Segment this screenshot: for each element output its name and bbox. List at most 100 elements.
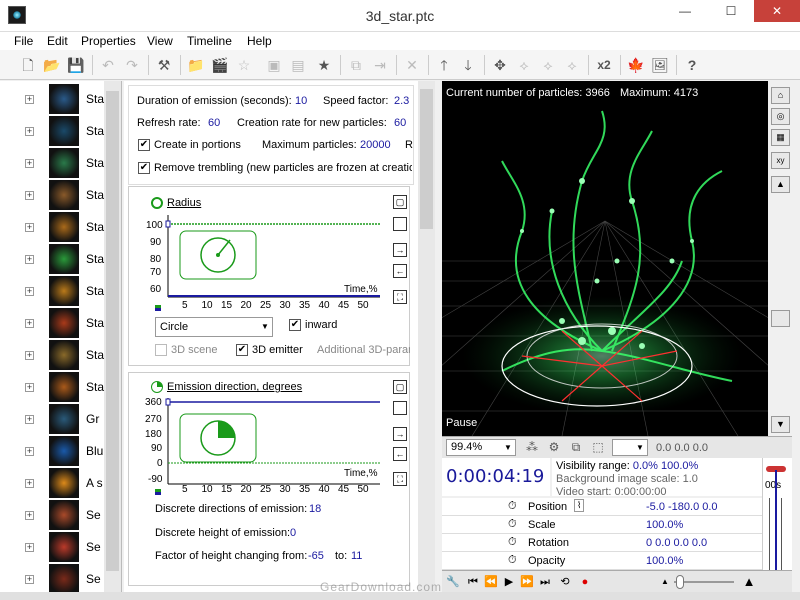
3d-scene-checkbox[interactable]: [155, 344, 167, 356]
double-icon[interactable]: x2: [594, 55, 614, 75]
property-value[interactable]: -5.0 -180.0 0.0: [646, 501, 718, 513]
move-down-icon[interactable]: 🡓: [458, 55, 478, 75]
tree-item[interactable]: + Blu: [0, 435, 104, 467]
maximize-button[interactable]: ☐: [708, 0, 754, 22]
refresh-value[interactable]: 60: [208, 117, 220, 129]
tree-item[interactable]: + Sta: [0, 147, 104, 179]
scroll-thumb-icon[interactable]: [771, 310, 790, 327]
tree-item[interactable]: + Sta: [0, 211, 104, 243]
tree-item[interactable]: + Gr: [0, 403, 104, 435]
tree-item[interactable]: + Se: [0, 499, 104, 531]
duration-value[interactable]: 10: [295, 95, 307, 107]
record-icon[interactable]: ●: [578, 574, 592, 590]
delete-icon[interactable]: ✕: [402, 55, 422, 75]
expand-icon[interactable]: +: [25, 95, 34, 104]
radius-graph[interactable]: [140, 215, 390, 310]
expand-icon[interactable]: +: [25, 223, 34, 232]
radius-toggle-icon[interactable]: [151, 197, 163, 209]
additional-3d-label[interactable]: Additional 3D-paran: [317, 344, 410, 356]
zoom-select[interactable]: 99.4% ▼: [446, 439, 516, 456]
3d-emitter-checkbox[interactable]: ✔: [236, 344, 248, 356]
arrow-left-icon[interactable]: ←: [393, 447, 407, 461]
property-value[interactable]: 0 0.0 0.0 0.0: [646, 537, 707, 549]
down-arrow-icon[interactable]: ▼: [771, 416, 790, 433]
arrow-right-icon[interactable]: →: [393, 243, 407, 257]
opacity-icon[interactable]: ⏱: [508, 554, 517, 567]
add-folder-icon[interactable]: ▣: [264, 55, 284, 75]
tree-scrollbar[interactable]: [104, 81, 121, 600]
factor-from-value[interactable]: -65: [308, 550, 324, 562]
graph-icon[interactable]: ⟡: [562, 55, 582, 75]
copy-icon[interactable]: ⧉: [346, 55, 366, 75]
expand-icon[interactable]: ⛶: [393, 472, 407, 486]
expand-icon[interactable]: +: [25, 191, 34, 200]
tree-item[interactable]: + Sta: [0, 339, 104, 371]
menu-timeline[interactable]: Timeline: [187, 34, 232, 48]
new-star-icon[interactable]: ★: [314, 55, 334, 75]
properties-scrollbar[interactable]: [418, 81, 435, 600]
picture-icon[interactable]: 🖼: [650, 55, 670, 75]
menu-view[interactable]: View: [147, 34, 173, 48]
redo-icon[interactable]: ↷: [122, 55, 142, 75]
go-end-icon[interactable]: ⏭: [538, 574, 552, 590]
trembling-checkbox[interactable]: ✔: [138, 162, 150, 174]
window-icon[interactable]: ▢: [393, 380, 407, 394]
menu-properties[interactable]: Properties: [81, 34, 136, 48]
step-back-icon[interactable]: ⏪: [484, 574, 498, 590]
close-button[interactable]: ✕: [754, 0, 800, 22]
property-row[interactable]: ⏱ Opacity 100.0%: [442, 552, 762, 570]
expand-icon[interactable]: +: [25, 159, 34, 168]
go-start-icon[interactable]: ⏮: [466, 574, 480, 590]
wrench-icon[interactable]: 🔧: [446, 574, 460, 590]
max-particles-value[interactable]: 20000: [360, 139, 391, 151]
rotation-icon[interactable]: ⏱: [508, 536, 517, 549]
folder-icon[interactable]: 📁: [186, 55, 206, 75]
leaf-icon[interactable]: 🍁: [626, 55, 646, 75]
timecode-display[interactable]: 0:00:04:19: [442, 458, 550, 496]
shape-select[interactable]: Circle ▼: [155, 317, 273, 337]
layer-select[interactable]: ▼: [612, 439, 648, 456]
expand-icon[interactable]: +: [25, 287, 34, 296]
clapper-icon[interactable]: 🎬: [210, 55, 230, 75]
add-item-icon[interactable]: ▤: [288, 55, 308, 75]
tree-item[interactable]: + Se: [0, 563, 104, 595]
tree-item[interactable]: + Sta: [0, 179, 104, 211]
tree-item[interactable]: + Sta: [0, 307, 104, 339]
axes-icon[interactable]: xy: [771, 152, 790, 169]
3d-viewport[interactable]: Current number of particles: 3966 Maximu…: [442, 81, 768, 436]
window-icon[interactable]: ▢: [393, 195, 407, 209]
property-value[interactable]: 100.0%: [646, 519, 683, 531]
play-icon[interactable]: ▶: [502, 574, 516, 590]
inward-checkbox[interactable]: ✔: [289, 319, 301, 331]
expand-icon[interactable]: ⛶: [393, 290, 407, 304]
new-file-icon[interactable]: 🗋: [18, 55, 38, 75]
tree-item[interactable]: + Sta: [0, 83, 104, 115]
nodes-icon[interactable]: ⟡: [538, 55, 558, 75]
emitter-tool-icon[interactable]: ⚙: [544, 437, 564, 457]
menu-help[interactable]: Help: [247, 34, 272, 48]
expand-icon[interactable]: +: [25, 575, 34, 584]
step-forward-icon[interactable]: ⏩: [520, 574, 534, 590]
expand-icon[interactable]: +: [25, 255, 34, 264]
tree-item[interactable]: + A s: [0, 467, 104, 499]
expand-icon[interactable]: +: [25, 351, 34, 360]
tree-item[interactable]: + Sta: [0, 275, 104, 307]
expand-icon[interactable]: +: [25, 543, 34, 552]
expand-icon[interactable]: +: [25, 127, 34, 136]
save-icon[interactable]: 💾: [66, 55, 86, 75]
particle-select-icon[interactable]: ⁂: [522, 437, 542, 457]
property-row[interactable]: ⏱ Scale 100.0%: [442, 516, 762, 534]
property-row[interactable]: ⏱ Position ⌇ -5.0 -180.0 0.0: [442, 498, 762, 516]
discrete-directions-value[interactable]: 18: [309, 503, 321, 515]
property-row[interactable]: ⏱ Rotation 0 0.0 0.0 0.0: [442, 534, 762, 552]
move-up-icon[interactable]: 🡑: [434, 55, 454, 75]
center-icon[interactable]: ◎: [771, 108, 790, 125]
property-value[interactable]: 100.0%: [646, 555, 683, 567]
expand-icon[interactable]: +: [25, 479, 34, 488]
expand-icon[interactable]: +: [25, 383, 34, 392]
arrow-right-icon[interactable]: →: [393, 427, 407, 441]
tools-icon[interactable]: ⚒: [154, 55, 174, 75]
camera-reset-icon[interactable]: ⌂: [771, 87, 790, 104]
path-icon[interactable]: ⌇: [574, 499, 585, 512]
loop-icon[interactable]: ⟲: [558, 574, 572, 590]
